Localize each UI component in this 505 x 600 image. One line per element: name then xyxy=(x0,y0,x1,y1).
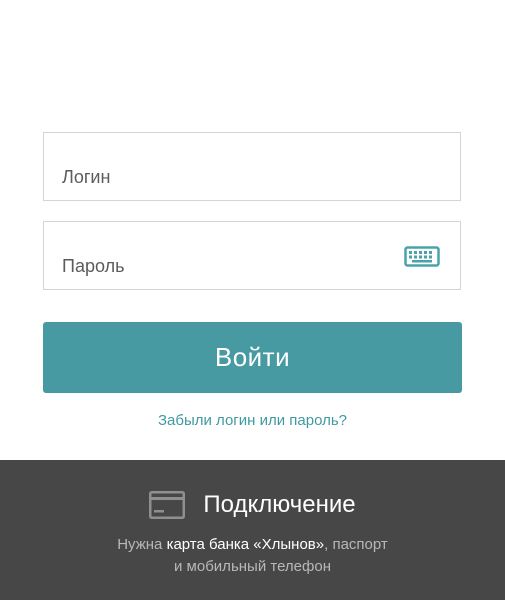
login-button[interactable]: Войти xyxy=(43,322,462,393)
connect-panel: Подключение Нужна карта банка «Хлынов», … xyxy=(0,460,505,600)
connect-button[interactable]: Подключение xyxy=(0,489,505,521)
connect-title: Подключение xyxy=(203,491,356,518)
connect-desc-prefix: Нужна xyxy=(117,536,167,553)
password-field[interactable] xyxy=(43,221,461,290)
login-input[interactable] xyxy=(62,167,402,188)
connect-desc-highlight: карта банка «Хлынов» xyxy=(166,536,325,553)
login-field[interactable] xyxy=(43,132,461,201)
card-icon xyxy=(149,491,186,519)
password-input[interactable] xyxy=(62,256,402,277)
connect-desc-suffix: , паспорт xyxy=(324,536,388,553)
connect-description: Нужна карта банка «Хлынов», паспорт и мо… xyxy=(0,534,505,578)
login-screen: Войти Забыли логин или пароль? Подключен… xyxy=(0,0,505,600)
connect-desc-line2: и мобильный телефон xyxy=(174,558,331,575)
keyboard-icon[interactable] xyxy=(404,246,440,267)
forgot-credentials-link[interactable]: Забыли логин или пароль? xyxy=(0,412,505,429)
